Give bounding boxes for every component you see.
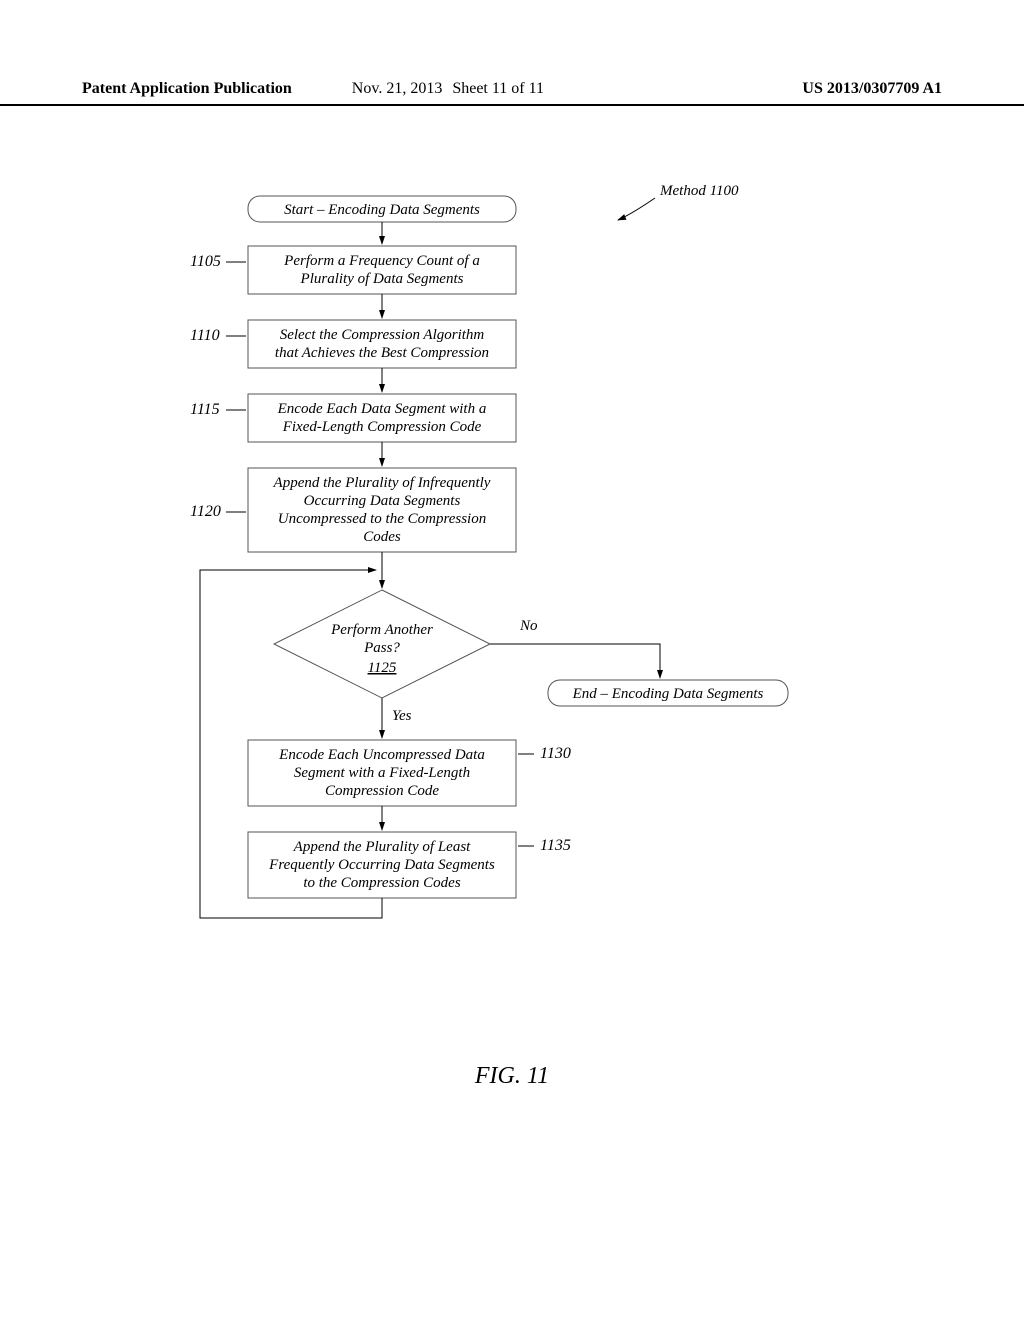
svg-text:Compression Code: Compression Code xyxy=(325,783,439,799)
ref-1110: 1110 xyxy=(190,327,220,344)
end-text: End – Encoding Data Segments xyxy=(572,686,764,702)
ref-1135: 1135 xyxy=(540,837,571,854)
svg-text:Select the Compression Algorit: Select the Compression Algorithm xyxy=(280,327,485,343)
figure-caption: FIG. 11 xyxy=(0,1063,1024,1090)
svg-text:Frequently Occurring Data Segm: Frequently Occurring Data Segments xyxy=(268,857,495,873)
sheet-number: Sheet 11 of 11 xyxy=(452,80,544,98)
svg-text:Encode Each Data Segment with: Encode Each Data Segment with a xyxy=(277,401,487,417)
svg-text:Uncompressed to the Compressio: Uncompressed to the Compression xyxy=(278,511,486,527)
ref-1115: 1115 xyxy=(190,401,220,418)
method-label-callout: Method 1100 xyxy=(618,183,739,220)
publication-number: US 2013/0307709 A1 xyxy=(802,80,942,98)
method-leader-line xyxy=(618,198,655,220)
step-1120: Append the Plurality of Infrequently Occ… xyxy=(190,468,516,552)
ref-1130: 1130 xyxy=(540,745,571,762)
branch-no-label: No xyxy=(519,618,538,634)
svg-text:Occurring Data Segments: Occurring Data Segments xyxy=(304,493,461,509)
svg-text:Append the Plurality of Infreq: Append the Plurality of Infrequently xyxy=(273,475,491,491)
page-header: Patent Application Publication Nov. 21, … xyxy=(0,80,1024,106)
svg-text:Segment with a Fixed-Length: Segment with a Fixed-Length xyxy=(294,765,470,781)
ref-1125: 1125 xyxy=(368,660,397,676)
publication-label: Patent Application Publication xyxy=(82,80,292,98)
ref-1105: 1105 xyxy=(190,253,221,270)
svg-text:Plurality of Data Segments: Plurality of Data Segments xyxy=(300,271,464,287)
svg-text:Append the Plurality of Least: Append the Plurality of Least xyxy=(293,839,471,855)
branch-yes-label: Yes xyxy=(392,708,412,724)
svg-text:Perform a Frequency Count of a: Perform a Frequency Count of a xyxy=(283,253,480,269)
svg-text:Pass?: Pass? xyxy=(363,640,400,656)
step-1130: Encode Each Uncompressed Data Segment wi… xyxy=(248,740,571,806)
ref-1120: 1120 xyxy=(190,503,221,520)
step-1115: Encode Each Data Segment with a Fixed-Le… xyxy=(190,394,516,442)
no-branch: No xyxy=(490,618,660,678)
svg-text:Perform Another: Perform Another xyxy=(330,622,433,638)
svg-text:Fixed-Length Compression Code: Fixed-Length Compression Code xyxy=(282,419,482,435)
step-1110: Select the Compression Algorithm that Ac… xyxy=(190,320,516,368)
start-text: Start – Encoding Data Segments xyxy=(284,202,480,218)
method-label: Method 1100 xyxy=(659,183,739,199)
svg-text:Encode Each Uncompressed Data: Encode Each Uncompressed Data xyxy=(278,747,485,763)
yes-branch: Yes xyxy=(382,698,412,738)
figure-canvas: Method 1100 Start – Encoding Data Segmen… xyxy=(0,120,1024,1320)
svg-text:that Achieves the Best Compres: that Achieves the Best Compression xyxy=(275,345,489,361)
end-node: End – Encoding Data Segments xyxy=(548,680,788,706)
decision-1125: Perform Another Pass? 1125 xyxy=(274,590,490,698)
svg-text:to the Compression Codes: to the Compression Codes xyxy=(303,875,461,891)
start-node: Start – Encoding Data Segments xyxy=(248,196,516,222)
svg-text:Codes: Codes xyxy=(363,529,401,545)
publication-date: Nov. 21, 2013 xyxy=(352,80,443,98)
step-1105: Perform a Frequency Count of a Plurality… xyxy=(190,246,516,294)
step-1135: Append the Plurality of Least Frequently… xyxy=(248,832,571,898)
